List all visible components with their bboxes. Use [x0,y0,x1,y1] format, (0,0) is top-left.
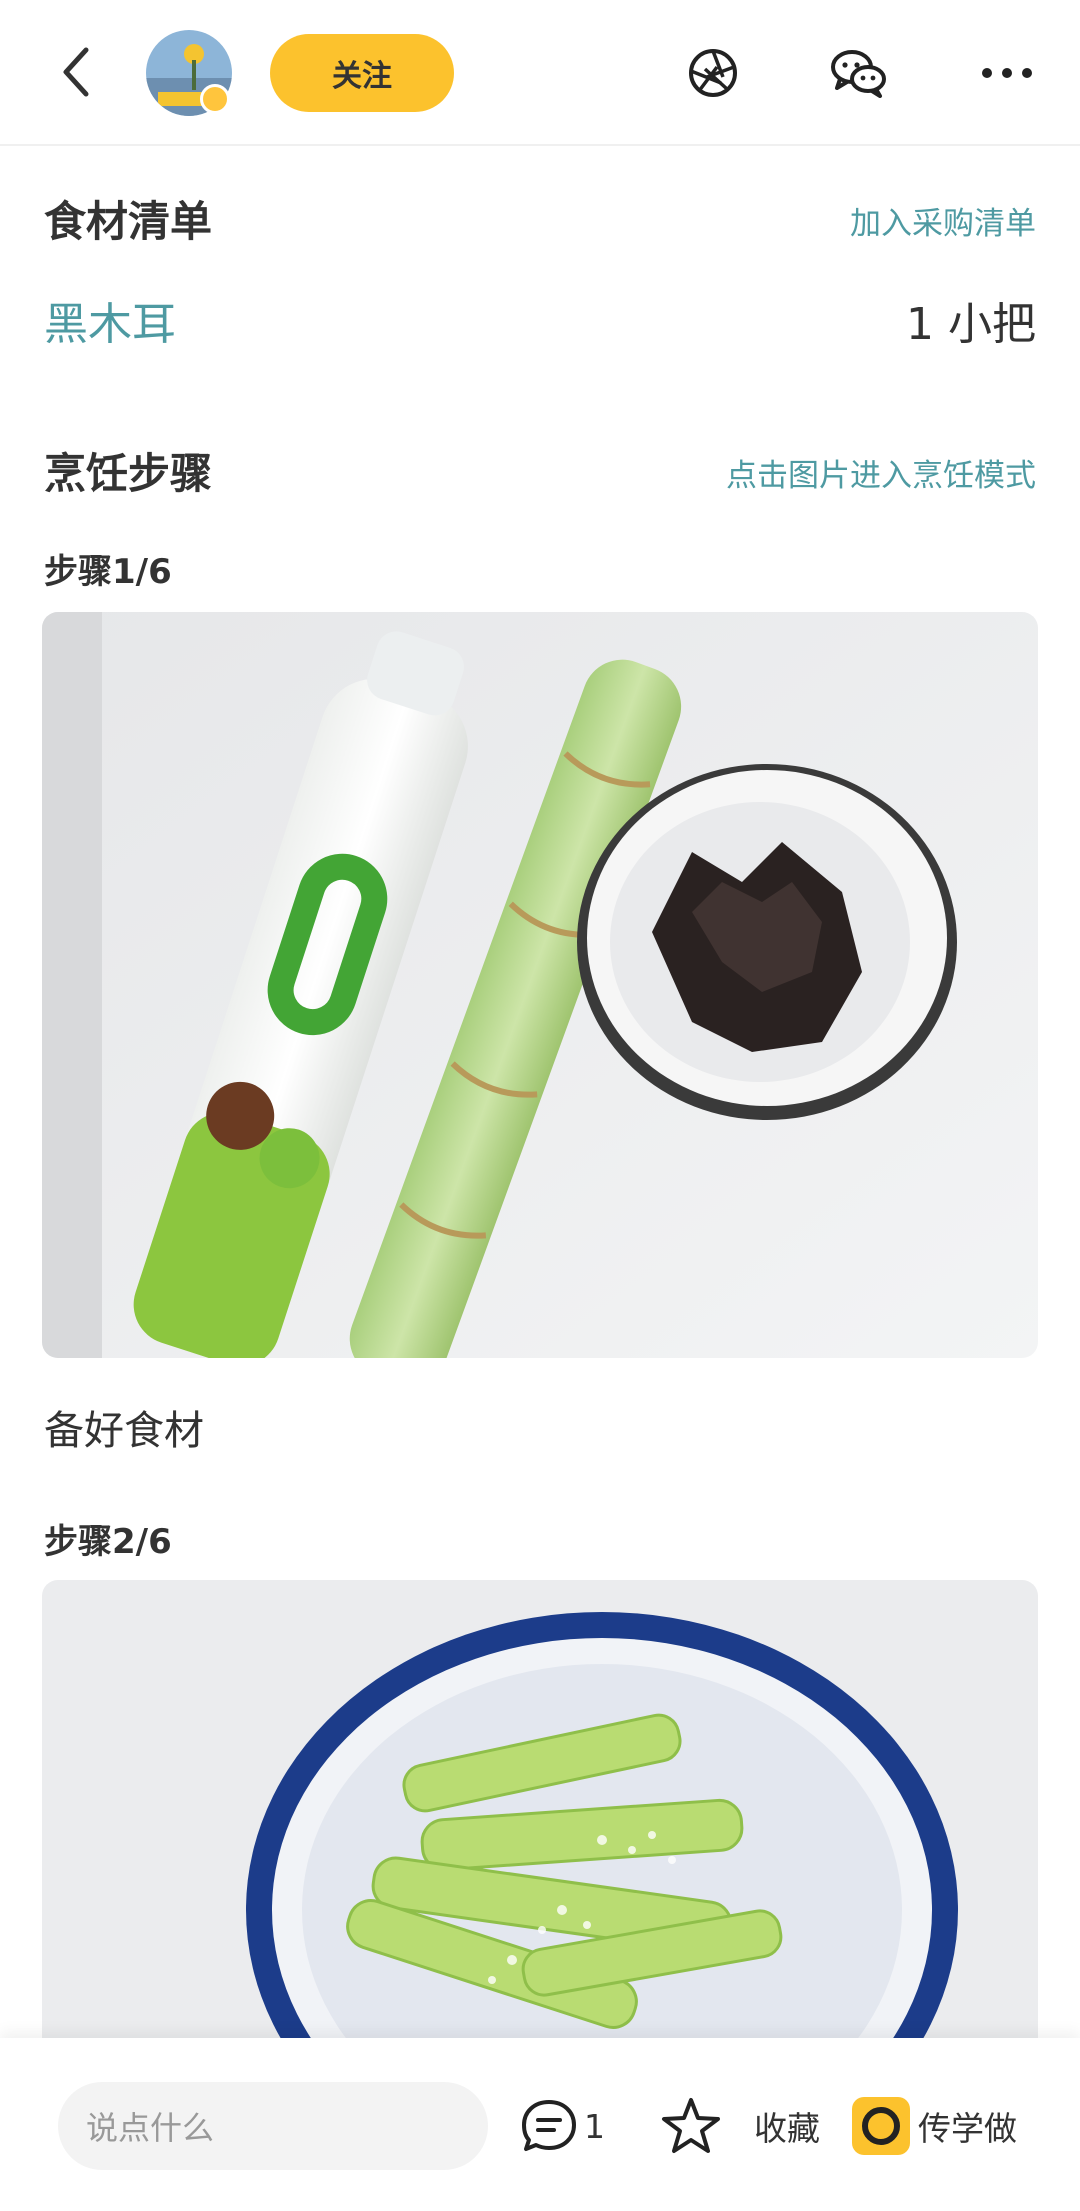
step-description: 备好食材 [44,1408,204,1454]
comment-count: 1 [584,2106,605,2146]
wechat-icon [831,50,886,98]
step-1-photo[interactable] [42,612,1038,1358]
star-icon [662,2098,720,2153]
step-label: 步骤2/6 [44,1522,172,1562]
comment-icon [522,2100,576,2151]
favorite-button[interactable]: 收藏 [660,2088,820,2164]
follow-button[interactable]: 关注 [270,34,454,112]
avatar-badge [200,84,230,114]
back-button[interactable] [44,40,108,104]
cook-logo-icon [852,2097,910,2155]
shutter-button[interactable] [680,40,746,106]
comments-button[interactable]: 1 [520,2088,605,2164]
cook-along-button[interactable]: 传学做 [852,2088,1017,2164]
top-bar: 关注 [0,0,1080,146]
bottom-bar: 说点什么 1 收藏 传学做 [0,2038,1080,2211]
comment-input[interactable]: 说点什么 [58,2082,488,2170]
ingredient-name[interactable]: 黑木耳 [44,288,176,352]
favorite-label: 收藏 [754,2109,820,2148]
more-button[interactable] [974,40,1040,106]
steps-title: 烹饪步骤 [44,449,213,498]
ingredient-amount: 1 小把 [906,299,1036,350]
cook-along-label: 传学做 [918,2109,1017,2148]
step-label: 步骤1/6 [44,552,172,592]
step-2-photo[interactable] [42,1580,1038,2050]
add-to-shopping-list-link[interactable]: 加入采购清单 [850,198,1036,243]
step-1-image [42,612,1038,1358]
cooking-mode-link[interactable]: 点击图片进入烹饪模式 [726,450,1036,495]
shutter-icon [689,49,737,97]
back-icon [63,47,89,97]
wechat-share-button[interactable] [826,40,892,106]
ingredients-title: 食材清单 [44,197,213,246]
step-2-image [42,1580,1038,2050]
more-icon [982,68,1032,78]
